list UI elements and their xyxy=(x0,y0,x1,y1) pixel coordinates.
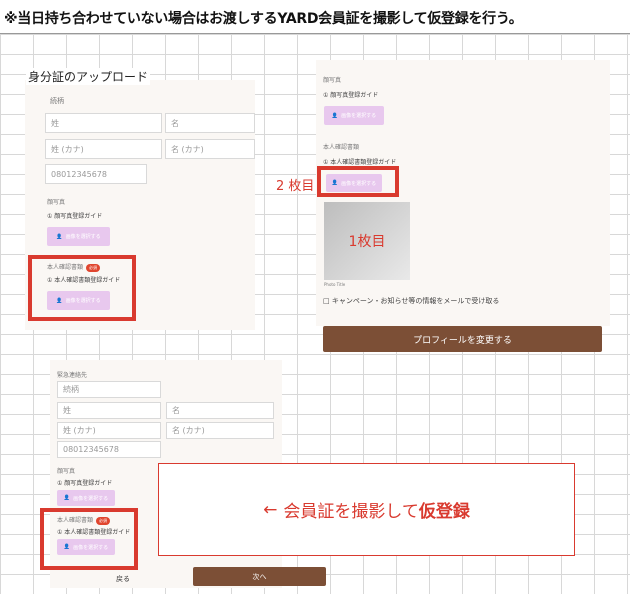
uploaded-id-thumbnail: 1枚目 xyxy=(324,202,410,280)
person-icon: 👤 xyxy=(63,495,71,501)
highlight-box-1 xyxy=(28,255,136,321)
photo-guide-link[interactable]: ① 顔写真登録ガイド xyxy=(323,90,378,99)
last-name-kana-input[interactable]: 姓 (カナ) xyxy=(57,422,161,439)
photo-label: 顔写真 xyxy=(47,199,66,206)
highlight-box-3 xyxy=(40,508,138,570)
callout-text: 会員証を撮影して xyxy=(283,502,419,522)
nickname-label: 続柄 xyxy=(50,97,64,105)
back-link[interactable]: 戻る xyxy=(116,574,130,584)
select-image-label: 画像を選択する xyxy=(341,113,377,119)
highlight-box-2 xyxy=(317,166,399,197)
phone-input[interactable]: 08012345678 xyxy=(57,441,161,458)
select-image-label: 画像を選択する xyxy=(65,234,101,240)
first-name-kana-input[interactable]: 名 (カナ) xyxy=(165,139,255,159)
photo-select-button[interactable]: 👤 画像を選択する xyxy=(57,490,115,506)
last-name-input[interactable]: 姓 xyxy=(57,402,161,419)
photo-select-button[interactable]: 👤 画像を選択する xyxy=(324,106,384,125)
select-image-label: 画像を選択する xyxy=(73,495,109,502)
photo-guide-link[interactable]: ① 顔写真登録ガイド xyxy=(57,478,112,487)
first-name-input[interactable]: 名 xyxy=(165,113,255,133)
campaign-checkbox[interactable]: □ キャンペーン・お知らせ等の情報をメールで受け取る xyxy=(323,296,499,306)
first-name-kana-input[interactable]: 名 (カナ) xyxy=(166,422,274,439)
photo-guide-link[interactable]: ① 顔写真登録ガイド xyxy=(47,211,102,220)
relation-input[interactable]: 続柄 xyxy=(57,381,161,398)
profile-update-button[interactable]: プロフィールを変更する xyxy=(323,326,602,352)
id-document-label: 本人確認書類 xyxy=(323,144,360,151)
section-title: 身分証のアップロード xyxy=(26,68,151,85)
last-name-input[interactable]: 姓 xyxy=(45,113,162,133)
next-button[interactable]: 次へ xyxy=(193,567,326,586)
first-image-label: 1枚目 xyxy=(348,234,386,250)
first-name-input[interactable]: 名 xyxy=(166,402,274,419)
arrow-left-icon: ← xyxy=(263,499,278,520)
callout-bold-text: 仮登録 xyxy=(418,502,470,522)
id-guide-link[interactable]: ① 本人確認書類登録ガイド xyxy=(323,157,396,166)
callout-box: ← 会員証を撮影して 仮登録 xyxy=(158,463,575,556)
thumbnail-caption: Photo Title xyxy=(324,282,346,287)
person-icon: 👤 xyxy=(56,233,63,240)
person-icon: 👤 xyxy=(331,112,339,119)
photo-label: 顔写真 xyxy=(57,468,76,475)
instruction-note: ※当日持ち合わせていない場合はお渡しするYARD会員証を撮影して仮登録を行う。 xyxy=(4,11,523,27)
second-image-label: 2 枚目 xyxy=(276,179,315,194)
phone-input[interactable]: 08012345678 xyxy=(45,164,147,184)
emergency-contact-label: 緊急連絡先 xyxy=(57,372,88,379)
photo-select-button[interactable]: 👤 画像を選択する xyxy=(47,227,110,246)
divider xyxy=(0,33,630,34)
photo-label: 顔写真 xyxy=(323,77,342,84)
last-name-kana-input[interactable]: 姓 (カナ) xyxy=(45,139,162,159)
